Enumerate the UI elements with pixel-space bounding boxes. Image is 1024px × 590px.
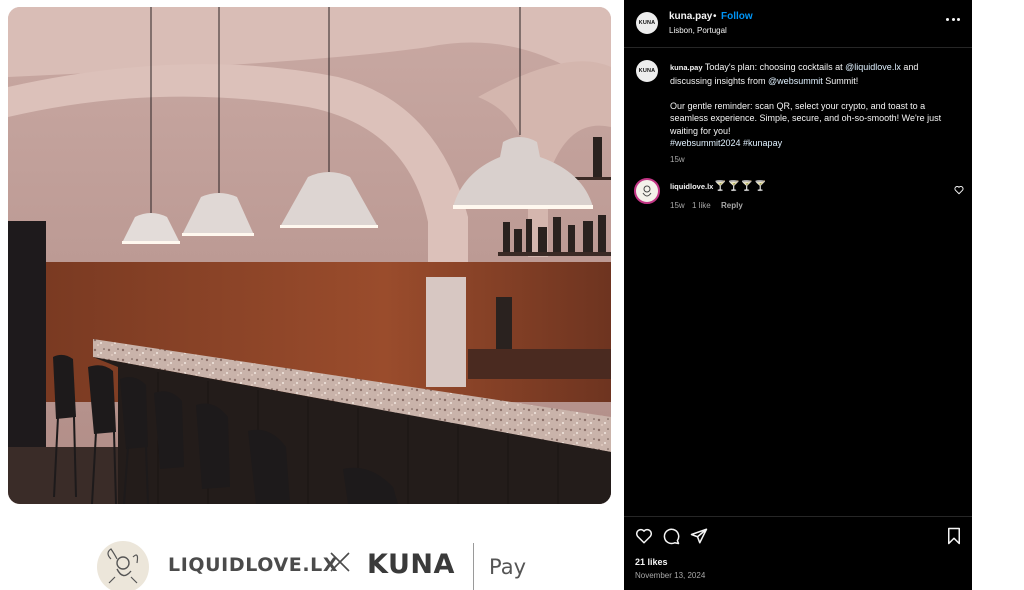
brand-kuna: KUNA xyxy=(367,549,455,580)
banner-divider xyxy=(473,543,474,590)
right-gutter xyxy=(972,0,1024,590)
share-paper-plane-icon[interactable] xyxy=(690,527,708,545)
comment-like-icon[interactable] xyxy=(954,185,964,195)
caption-avatar-label: KUNA xyxy=(638,68,656,74)
caption-hashtags[interactable]: #websummit2024 #kunapay xyxy=(670,138,782,148)
reply-button[interactable]: Reply xyxy=(721,201,743,210)
location-link[interactable]: Lisbon, Portugal xyxy=(669,26,727,35)
comment-icon[interactable] xyxy=(662,527,680,545)
caption-paragraph: Our gentle reminder: scan QR, select you… xyxy=(670,100,942,136)
post-sidebar: KUNA kuna.pay • Follow Lisbon, Portugal … xyxy=(624,0,972,590)
comment-likes[interactable]: 1 like xyxy=(692,201,711,210)
caption-text-c: Summit! xyxy=(822,75,859,86)
caption-text-a: Today's plan: choosing cocktails at xyxy=(704,62,846,72)
caption-time: 15w xyxy=(670,155,685,164)
save-bookmark-icon[interactable] xyxy=(946,527,962,545)
actions-divider xyxy=(624,516,972,517)
follow-button[interactable]: Follow xyxy=(721,11,753,22)
post-media[interactable]: LIQUIDLOVE.LX KUNA Pay xyxy=(0,0,624,590)
caption-username[interactable]: kuna.pay xyxy=(670,63,703,72)
author-username[interactable]: kuna.pay xyxy=(669,11,712,22)
brand-liquidlove: LIQUIDLOVE.LX xyxy=(168,554,339,576)
likes-count[interactable]: 21 likes xyxy=(635,557,668,567)
liquidlove-logo xyxy=(97,541,149,590)
comment-time: 15w xyxy=(670,201,685,210)
mention-liquidlove[interactable]: @liquidlove.lx xyxy=(845,62,901,72)
author-avatar[interactable]: KUNA xyxy=(636,12,658,34)
brand-pay: Pay xyxy=(489,555,527,579)
caption-avatar[interactable]: KUNA xyxy=(636,60,658,82)
header-divider xyxy=(624,47,972,48)
bar-photo xyxy=(8,7,611,504)
post-caption: kuna.pay Today's plan: choosing cocktail… xyxy=(670,61,952,150)
post-date: November 13, 2024 xyxy=(635,571,706,580)
avatar-label: KUNA xyxy=(638,20,656,26)
commenter-avatar[interactable] xyxy=(634,178,660,204)
comment-username[interactable]: liquidlove.lx xyxy=(670,182,713,191)
mention-websummit[interactable]: @websummit xyxy=(768,76,823,86)
partner-banner xyxy=(0,504,624,590)
header-separator: • xyxy=(713,11,717,22)
more-options-icon[interactable] xyxy=(944,12,962,26)
like-heart-icon[interactable] xyxy=(635,527,653,545)
comment-text: 🍸🍸🍸🍸 xyxy=(714,181,768,192)
cross-icon xyxy=(329,551,351,577)
